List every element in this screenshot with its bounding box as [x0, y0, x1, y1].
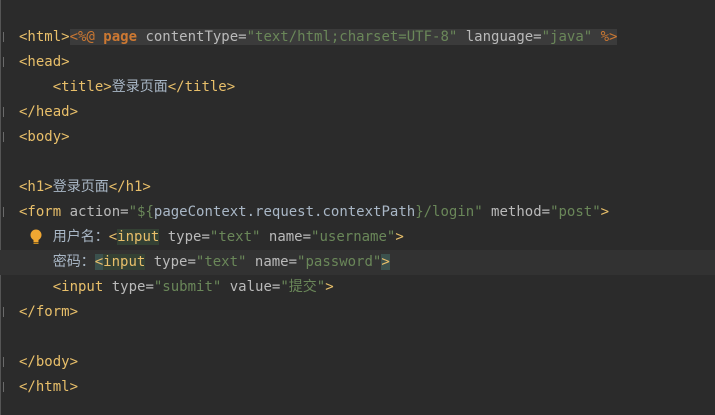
code-line-13[interactable]: </form> [0, 300, 715, 325]
code-line-10[interactable]: 用户名：<input type="text" name="username"> [0, 225, 715, 250]
fold-marker-icon[interactable] [3, 132, 12, 142]
fold-marker-icon[interactable] [3, 307, 12, 317]
code-line-15[interactable]: </body> [0, 350, 715, 375]
value-method: "post" [550, 204, 601, 220]
code-line-3[interactable]: <head> [0, 50, 715, 75]
input-lt-matched: < [94, 254, 104, 270]
attr-name: name= [246, 254, 298, 270]
fold-marker-icon[interactable] [3, 107, 12, 117]
attr-type: type= [103, 279, 154, 295]
password-label-text: 密码： [52, 254, 95, 270]
body-open-tag: <body> [19, 129, 70, 145]
input-tag-name: input [117, 229, 160, 245]
input-gt-matched: > [381, 254, 390, 270]
value-type: "submit" [153, 279, 222, 295]
value-name: "password" [297, 254, 382, 270]
code-line-1[interactable]: <%@ page contentType="text/html;charset=… [0, 0, 715, 45]
value-type: "text" [195, 254, 247, 270]
code-line-4[interactable]: <title>登录页面</title> [0, 75, 715, 100]
head-close-tag: </head> [19, 104, 79, 120]
input-submit-tag: <input [52, 279, 104, 295]
value-action-end: }/login" [415, 204, 483, 220]
attr-action: action= [61, 204, 129, 220]
code-line-7[interactable] [0, 150, 715, 175]
username-label-text: 用户名： [52, 229, 109, 245]
code-line-8[interactable]: <h1>登录页面</h1> [0, 175, 715, 200]
html-close-tag: </html> [19, 379, 79, 395]
attr-name: name= [260, 229, 312, 245]
h1-close-tag: </h1> [108, 179, 151, 195]
fold-marker-icon[interactable] [3, 207, 12, 217]
value-name: "username" [311, 229, 396, 245]
code-line-12[interactable]: <input type="submit" value="提交"> [0, 275, 715, 300]
attr-method: method= [482, 204, 551, 220]
body-close-tag: </body> [19, 354, 79, 370]
html-open-tag: <html> [19, 29, 70, 45]
code-line-11[interactable]: 密码：<input type="text" name="password"> [0, 250, 715, 275]
h1-open-tag: <h1> [19, 179, 53, 195]
code-line-16[interactable]: </html> [0, 375, 715, 400]
attr-type: type= [159, 229, 210, 245]
form-open-tag-end: > [600, 204, 610, 220]
input-tag-name: input [103, 254, 146, 270]
title-open-tag: <title> [52, 79, 112, 95]
fold-marker-icon[interactable] [3, 357, 12, 367]
code-line-6[interactable]: <body> [0, 125, 715, 150]
el-expression: pageContext.request.contextPath [153, 204, 416, 220]
fold-marker-icon[interactable] [3, 57, 12, 67]
code-line-5[interactable]: </head> [0, 100, 715, 125]
code-line-2[interactable]: <html> [0, 25, 715, 50]
title-text: 登录页面 [111, 79, 168, 95]
h1-text: 登录页面 [52, 179, 109, 195]
value-type: "text" [209, 229, 261, 245]
value-value: "提交" [280, 279, 326, 295]
fold-marker-icon[interactable] [3, 32, 12, 42]
attr-value: value= [221, 279, 281, 295]
input-submit-gt: > [325, 279, 334, 295]
attr-type: type= [145, 254, 196, 270]
code-editor[interactable]: <%@ page contentType="text/html;charset=… [0, 0, 715, 415]
value-action-start: "${ [128, 204, 154, 220]
code-line-9[interactable]: <form action="${pageContext.request.cont… [0, 200, 715, 225]
title-close-tag: </title> [167, 79, 236, 95]
form-open-tag: <form [19, 204, 62, 220]
head-open-tag: <head> [19, 54, 70, 70]
fold-marker-icon[interactable] [3, 382, 12, 392]
form-close-tag: </form> [19, 304, 79, 320]
input-lt: < [108, 229, 118, 245]
code-line-14[interactable] [0, 325, 715, 350]
input-gt: > [395, 229, 404, 245]
